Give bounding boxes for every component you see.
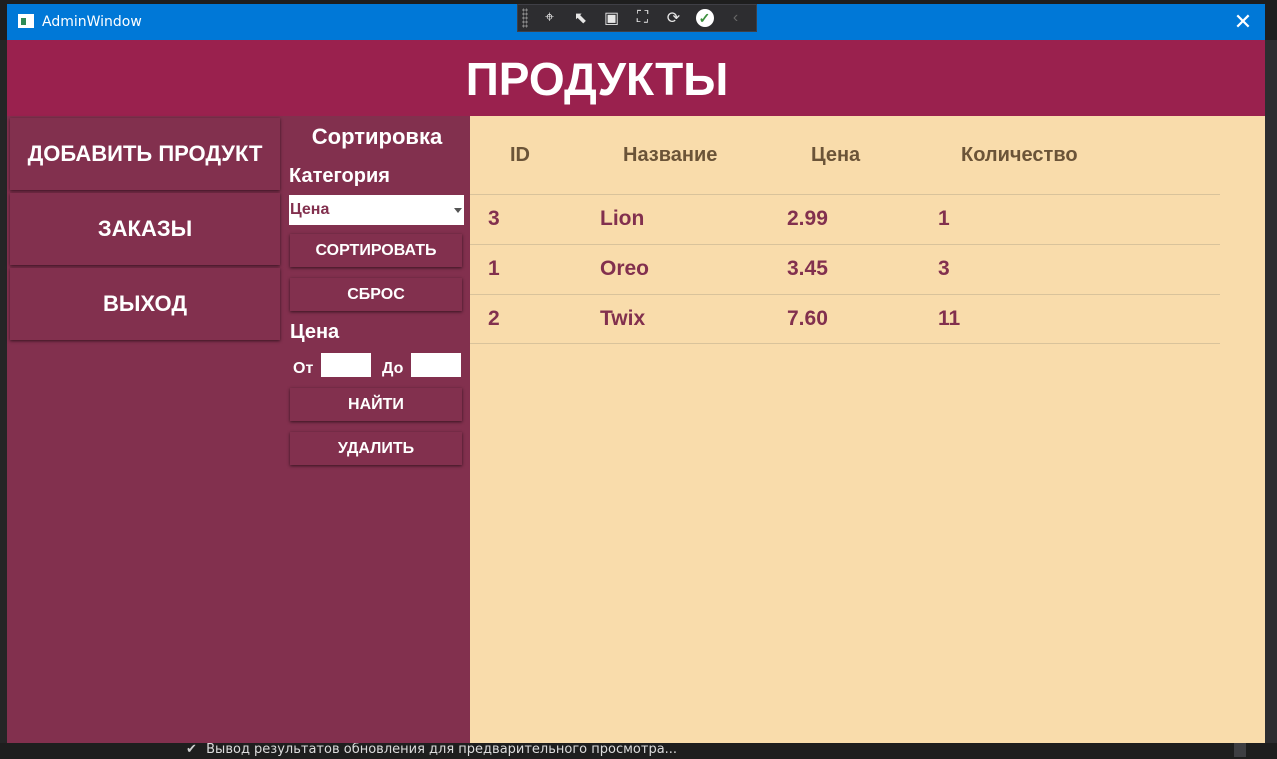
toolbar-grip-icon[interactable]	[522, 8, 528, 28]
window-title: AdminWindow	[42, 14, 142, 30]
price-label: Цена	[290, 321, 340, 343]
cell-name: Oreo	[600, 257, 650, 280]
check-icon: ✔	[186, 742, 197, 757]
close-button[interactable]: ✕	[1225, 7, 1261, 37]
cell-quantity: 1	[938, 207, 950, 230]
pointer-icon[interactable]: ⬉	[565, 6, 596, 30]
price-to-label: До	[382, 360, 404, 377]
column-header-quantity[interactable]: Количество	[961, 144, 1078, 167]
find-button[interactable]: НАЙТИ	[290, 388, 462, 421]
sort-title: Сортировка	[311, 124, 443, 149]
page-header: ПРОДУКТЫ	[7, 40, 1265, 116]
close-icon: ✕	[1233, 9, 1253, 34]
left-panel: ДОБАВИТЬ ПРОДУКТ ЗАКАЗЫ ВЫХОД Сортировка…	[7, 116, 470, 743]
cell-quantity: 11	[938, 307, 961, 330]
frame-icon[interactable]: ▣	[596, 6, 627, 30]
exit-button[interactable]: ВЫХОД	[10, 268, 280, 340]
xaml-debug-toolbar: ⌖ ⬉ ▣ ⛶ ⟳ ✓ ‹	[517, 4, 757, 32]
admin-window: AdminWindow ⌖ ⬉ ▣ ⛶ ⟳ ✓ ‹ ✕ ПРОДУКТЫ ДОБ…	[7, 4, 1265, 743]
window-app-icon	[18, 14, 34, 28]
check-status-icon[interactable]: ✓	[689, 6, 720, 30]
orders-button[interactable]: ЗАКАЗЫ	[10, 193, 280, 265]
column-header-id[interactable]: ID	[510, 144, 530, 167]
category-select[interactable]: Цена	[289, 195, 464, 225]
category-select-value: Цена	[290, 201, 330, 218]
cell-price: 3.45	[787, 257, 828, 280]
price-to-input[interactable]	[411, 353, 461, 377]
ide-right-panel	[1265, 40, 1277, 757]
collapse-icon[interactable]: ‹	[720, 6, 751, 30]
hot-reload-icon[interactable]: ⟳	[658, 6, 689, 30]
cell-name: Twix	[600, 307, 646, 330]
chevron-down-icon	[454, 208, 462, 213]
table-row[interactable]: 3 Lion 2.99 1	[470, 194, 1220, 244]
sort-button[interactable]: СОРТИРОВАТЬ	[290, 234, 462, 267]
reset-button[interactable]: СБРОС	[290, 278, 462, 311]
add-product-button[interactable]: ДОБАВИТЬ ПРОДУКТ	[10, 118, 280, 190]
cell-quantity: 3	[938, 257, 950, 280]
delete-button[interactable]: УДАЛИТЬ	[290, 432, 462, 465]
cell-id: 3	[488, 207, 500, 230]
ide-scrollbar[interactable]	[1234, 743, 1246, 757]
cell-id: 1	[488, 257, 500, 280]
ide-status-text: Вывод результатов обновления для предвар…	[206, 742, 678, 757]
table-row[interactable]: 2 Twix 7.60 11	[470, 294, 1220, 344]
ide-status-line: ✔ Вывод результатов обновления для предв…	[186, 741, 677, 757]
window-titlebar[interactable]: AdminWindow ⌖ ⬉ ▣ ⛶ ⟳ ✓ ‹ ✕	[7, 4, 1265, 40]
price-from-input[interactable]	[321, 353, 371, 377]
products-table: ID Название Цена Количество 3 Lion 2.99 …	[470, 116, 1265, 743]
column-header-price[interactable]: Цена	[811, 144, 860, 167]
table-row[interactable]: 1 Oreo 3.45 3	[470, 244, 1220, 294]
cell-name: Lion	[600, 207, 645, 230]
price-from-label: От	[293, 360, 314, 377]
column-header-name[interactable]: Название	[623, 144, 717, 167]
page-title: ПРОДУКТЫ	[465, 53, 729, 105]
select-element-icon[interactable]: ⌖	[534, 6, 565, 30]
cell-price: 2.99	[787, 207, 828, 230]
table-divider	[470, 343, 1220, 344]
cell-id: 2	[488, 307, 500, 330]
category-label: Категория	[289, 165, 390, 187]
track-focus-icon[interactable]: ⛶	[627, 6, 658, 30]
cell-price: 7.60	[787, 307, 828, 330]
